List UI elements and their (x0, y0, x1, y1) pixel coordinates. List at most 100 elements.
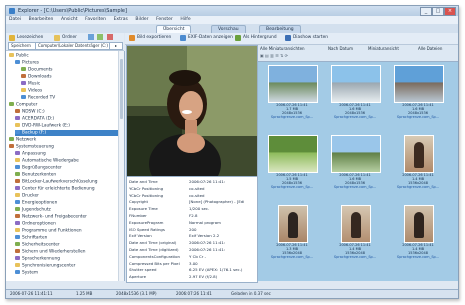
tree-item[interactable]: Schriftarten (15, 235, 118, 241)
folder-options-button[interactable] (88, 34, 113, 42)
image-preview[interactable] (126, 45, 258, 177)
thumbnail[interactable]: 2006-07-26 11:41 1.6 MB 2048x1536 Sprachgre… (388, 65, 448, 125)
folder-icon (21, 74, 26, 78)
menu-edit[interactable]: Bearbeiten (26, 16, 57, 22)
thumbnail-grid: Alle Miniaturansichten Nach Datum Miniat… (258, 45, 458, 281)
path-field[interactable]: Computer\Lokaler Datenträger (C:) (35, 42, 111, 50)
tree-item[interactable]: Jugendschutz (15, 207, 118, 213)
tab-preview[interactable]: Vorschau (211, 25, 246, 33)
thumbnail-filename[interactable]: Sprachgrenze.com_Sp... (388, 255, 448, 259)
folders-button[interactable]: Ordner (54, 34, 77, 42)
grid-breadcrumb[interactable]: Alle Miniaturansichten (260, 46, 305, 52)
thumbnail-filename[interactable]: Sprachgrenze.com_Sp... (262, 185, 322, 189)
person-figure (414, 142, 424, 168)
maximize-button[interactable]: □ (432, 7, 444, 16)
tree-scrollbar[interactable] (118, 51, 124, 281)
tree-item[interactable]: Sichern und Wiederherstellen (15, 249, 118, 255)
tree-item[interactable]: Computer (9, 102, 118, 108)
menu-favorites[interactable]: Favoriten (82, 16, 109, 22)
tree-item[interactable]: Spracherkennung (15, 256, 118, 262)
thumbnail[interactable]: 2006-07-26 11:41 1.3 MB 1536x2048 Sprachgre… (262, 205, 322, 265)
thumbnail-filename[interactable]: Sprachgrenze.com_Sp... (388, 115, 448, 119)
tree-item[interactable]: DVD-RW-Laufwerk (E:) (15, 123, 118, 129)
bookmarks-button[interactable]: Lesezeichen (9, 34, 43, 42)
tab-overview[interactable]: Übersicht (156, 25, 192, 33)
thumbnail[interactable]: 2006-07-26 11:41 1.4 MB 1536x2048 Sprachgre… (388, 135, 448, 195)
thumbnail[interactable]: 2006-07-26 11:41 1.4 MB 1536x2048 Sprachgre… (325, 205, 385, 265)
menu-file[interactable]: Datei (6, 16, 24, 22)
tree-item-label: BitLocker-Laufwerkverschlüsselung (22, 179, 98, 185)
slideshow-button[interactable]: Diashow starten (285, 34, 328, 42)
sort-dropdown[interactable]: Nach Datum (328, 46, 353, 52)
tree-item[interactable]: Public (9, 53, 118, 59)
tree-item[interactable]: Synchronisierungscenter (15, 263, 118, 269)
thumbnail-image (278, 205, 308, 243)
tree-item[interactable]: Backup (F:) (15, 130, 118, 136)
thumbnail-filename[interactable]: Sprachgrenze.com_Sp... (262, 115, 322, 119)
tree-item[interactable]: Sicherheitscenter (15, 242, 118, 248)
tree-item[interactable]: Documents (21, 67, 118, 73)
thumbnail[interactable]: 2006-07-26 11:41 1.6 MB 2048x1536 Sprachgre… (325, 65, 385, 125)
go-button[interactable]: ▸ (109, 42, 123, 50)
tree-item-label: Energieoptionen (22, 200, 58, 206)
folder-icon (15, 242, 20, 246)
menu-tools[interactable]: Extras (111, 16, 131, 22)
tree-item[interactable]: Begrüßungscenter (15, 165, 118, 171)
tree-item[interactable]: Energieoptionen (15, 200, 118, 206)
save-dropdown[interactable]: Speichern (8, 42, 36, 50)
thumbnail-filename[interactable]: Sprachgrenze.com_Sp... (325, 115, 385, 119)
export-button[interactable]: Bild exportieren (129, 34, 171, 42)
tree-item[interactable]: Systemsteuerung (9, 144, 118, 150)
tree-item[interactable]: Automatische Wiedergabe (15, 158, 118, 164)
thumbnail[interactable]: 2006-07-26 11:41 1.4 MB 1536x2048 Sprachgre… (388, 205, 448, 265)
menu-images[interactable]: Bilder (132, 16, 151, 22)
filter-dropdown[interactable]: Alle Dateien (418, 46, 442, 52)
thumbnail-filename[interactable]: Sprachgrenze.com_Sp... (388, 185, 448, 189)
tab-editing[interactable]: Bearbeitung (259, 25, 301, 33)
exif-row: YCbCr Positioning co-sited (129, 193, 205, 199)
folder-icon (15, 207, 20, 211)
tree-item[interactable]: Downloads (21, 74, 118, 80)
star-icon (9, 35, 15, 41)
close-button[interactable]: × (444, 7, 456, 16)
thumbnail-filename[interactable]: Sprachgrenze.com_Sp... (325, 185, 385, 189)
thumbnail[interactable]: 2006-07-26 11:41 1.5 MB 2048x1536 Sprachgre… (262, 135, 322, 195)
folder-icon (9, 102, 14, 106)
tree-item[interactable]: Benutzerkonten (15, 172, 118, 178)
exif-button[interactable]: EXIF-Daten anzeigen (180, 34, 233, 42)
tree-item[interactable]: Netzwerk (9, 137, 118, 143)
menu-help[interactable]: Hilfe (177, 16, 193, 22)
tree-item[interactable]: Ordneroptionen (15, 221, 118, 227)
tree-item[interactable]: Anpassung (15, 151, 118, 157)
view-dropdown[interactable]: Miniaturansicht (368, 46, 399, 52)
tree-item[interactable]: Drucker (15, 193, 118, 199)
menu-view[interactable]: Ansicht (58, 16, 81, 22)
tree-scroll-thumb[interactable] (120, 59, 123, 119)
tree-item[interactable]: NDSW (C:) (15, 109, 118, 115)
wallpaper-icon (235, 35, 241, 41)
thumbnail-filename[interactable]: Sprachgrenze.com_Sp... (325, 255, 385, 259)
tree-item[interactable]: Recorded TV (21, 95, 118, 101)
tree-item-label: Computer (16, 102, 38, 108)
tree-item[interactable]: Programme und Funktionen (15, 228, 118, 234)
minimize-button[interactable]: _ (420, 7, 432, 16)
tree-item[interactable]: Center für erleichterte Bedienung (15, 186, 118, 192)
tree-item[interactable]: Netzwerk- und Freigabecenter (15, 214, 118, 220)
title-bar[interactable]: Explorer - [C:\Users\Public\Pictures\Sam… (6, 6, 458, 16)
tree-item[interactable]: ACERDATA (D:) (15, 116, 118, 122)
menu-window[interactable]: Fenster (153, 16, 176, 22)
exif-value: Y Cb Cr - (189, 253, 206, 259)
tree-item[interactable]: Music (21, 81, 118, 87)
thumbnail[interactable]: 2006-07-26 11:41 1.6 MB 2048x1536 Sprachgre… (325, 135, 385, 195)
thumbnail[interactable]: 2006-07-26 11:41 1.7 MB 2048x1536 Sprachgre… (262, 65, 322, 125)
tree-item[interactable]: System (15, 270, 118, 276)
tree-item[interactable]: Videos (21, 88, 118, 94)
app-icon (9, 8, 15, 14)
refresh-icon (97, 34, 104, 40)
exif-row: YCbCr Positioning co-sited (129, 186, 205, 192)
tree-item[interactable]: BitLocker-Laufwerkverschlüsselung (15, 179, 118, 185)
wallpaper-button[interactable]: Als Hintergrund (235, 34, 277, 42)
grid-icon-row: ▣ ▤ ▥ ☰ ⇅ ⟳ (260, 53, 288, 58)
tree-item[interactable]: Pictures (15, 60, 118, 66)
thumbnail-filename[interactable]: Sprachgrenze.com_Sp... (262, 255, 322, 259)
